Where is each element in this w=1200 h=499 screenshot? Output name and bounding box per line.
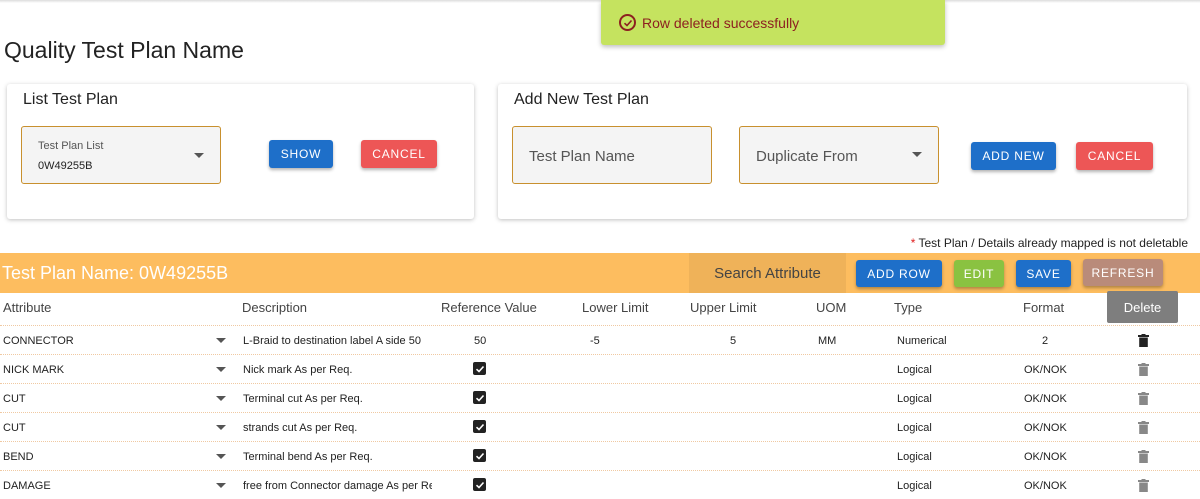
test-plan-list-value: 0W49255B [38, 160, 93, 172]
attribute-cell[interactable]: CUT [3, 422, 26, 434]
format-cell[interactable]: 2 [1042, 335, 1048, 347]
type-cell[interactable]: Numerical [897, 335, 947, 347]
chevron-down-icon[interactable] [216, 483, 226, 488]
duplicate-from-select[interactable]: Duplicate From [739, 126, 939, 184]
add-row-button[interactable]: ADD ROW [856, 260, 942, 287]
delete-tooltip: Delete [1107, 291, 1178, 323]
top-shadow [0, 0, 1200, 3]
format-cell[interactable]: OK/NOK [1024, 422, 1067, 434]
description-cell[interactable]: strands cut As per Req. [243, 422, 432, 434]
type-cell[interactable]: Logical [897, 393, 932, 405]
test-plan-name-placeholder: Test Plan Name [529, 148, 635, 165]
table-row: CONNECTOR L-Braid to destination label A… [0, 325, 1200, 354]
format-cell[interactable]: OK/NOK [1024, 451, 1067, 463]
test-plan-list-select[interactable]: Test Plan List 0W49255B [21, 126, 221, 184]
search-attribute-input[interactable]: Search Attribute [689, 253, 846, 293]
required-star: * [910, 236, 916, 250]
reference-checkbox[interactable] [473, 420, 486, 433]
attribute-cell[interactable]: CONNECTOR [3, 335, 74, 347]
page-title: Quality Test Plan Name [4, 37, 244, 63]
column-header-lower: Lower Limit [582, 300, 649, 315]
add-new-button[interactable]: ADD NEW [971, 142, 1056, 170]
column-header-uom: UOM [816, 300, 847, 315]
table-row: BEND Terminal bend As per Req. Logical O… [0, 441, 1200, 470]
toast-message: Row deleted successfully [642, 14, 800, 31]
column-header-upper: Upper Limit [690, 300, 757, 315]
table-row: DAMAGE free from Connector damage As per… [0, 470, 1200, 499]
reference-checkbox[interactable] [473, 449, 486, 462]
description-cell[interactable]: Terminal bend As per Req. [243, 451, 432, 463]
lower-cell[interactable]: -5 [590, 335, 600, 347]
attribute-cell[interactable]: BEND [3, 451, 34, 463]
trash-icon[interactable] [1138, 334, 1149, 347]
test-plan-toolbar: Test Plan Name: 0W49255B Search Attribut… [0, 253, 1200, 293]
edit-button[interactable]: EDIT [954, 260, 1004, 287]
list-test-plan-card: List Test Plan Test Plan List 0W49255B S… [7, 84, 474, 219]
check-circle-icon [619, 14, 636, 31]
chevron-down-icon[interactable] [216, 367, 226, 372]
type-cell[interactable]: Logical [897, 480, 932, 492]
refresh-button[interactable]: REFRESH [1083, 259, 1163, 286]
save-button[interactable]: SAVE [1016, 260, 1071, 287]
test-plan-name-heading: Test Plan Name: 0W49255B [2, 263, 229, 283]
chevron-down-icon[interactable] [216, 396, 226, 401]
trash-icon[interactable] [1138, 363, 1149, 376]
reference-checkbox[interactable] [473, 391, 486, 404]
trash-icon[interactable] [1138, 421, 1149, 434]
upper-cell[interactable]: 5 [730, 335, 736, 347]
chevron-down-icon[interactable] [216, 338, 226, 343]
add-cancel-button[interactable]: CANCEL [1076, 142, 1153, 170]
test-plan-name-input[interactable]: Test Plan Name [512, 126, 712, 184]
trash-icon[interactable] [1138, 479, 1149, 492]
description-cell[interactable]: free from Connector damage As per Req. [243, 480, 432, 492]
format-cell[interactable]: OK/NOK [1024, 393, 1067, 405]
column-header-type: Type [894, 300, 923, 315]
description-cell[interactable]: L-Braid to destination label A side 50 [243, 335, 432, 347]
type-cell[interactable]: Logical [897, 451, 932, 463]
uom-cell[interactable]: MM [818, 335, 836, 347]
type-cell[interactable]: Logical [897, 422, 932, 434]
test-plan-list-label: Test Plan List [38, 140, 104, 152]
list-cancel-button[interactable]: CANCEL [361, 140, 437, 168]
column-header-description: Description [242, 300, 308, 315]
format-cell[interactable]: OK/NOK [1024, 364, 1067, 376]
column-header-format: Format [1023, 300, 1065, 315]
add-test-plan-card: Add New Test Plan Test Plan Name Duplica… [498, 84, 1187, 219]
success-toast: Row deleted successfully [601, 0, 945, 45]
reference-checkbox[interactable] [473, 362, 486, 375]
attribute-cell[interactable]: CUT [3, 393, 26, 405]
format-cell[interactable]: OK/NOK [1024, 480, 1067, 492]
description-cell[interactable]: Terminal cut As per Req. [243, 393, 432, 405]
chevron-down-icon[interactable] [216, 454, 226, 459]
add-test-plan-title: Add New Test Plan [514, 91, 649, 108]
show-button[interactable]: SHOW [269, 140, 333, 168]
note-text: Test Plan / Details already mapped is no… [918, 236, 1189, 250]
list-test-plan-title: List Test Plan [23, 91, 118, 108]
table-row: NICK MARK Nick mark As per Req. Logical … [0, 354, 1200, 383]
trash-icon[interactable] [1138, 392, 1149, 405]
column-header-attribute: Attribute [3, 300, 52, 315]
type-cell[interactable]: Logical [897, 364, 932, 376]
chevron-down-icon [194, 153, 204, 158]
attribute-cell[interactable]: NICK MARK [3, 364, 64, 376]
chevron-down-icon [912, 152, 922, 157]
table-row: CUT Terminal cut As per Req. Logical OK/… [0, 383, 1200, 412]
trash-icon[interactable] [1138, 450, 1149, 463]
not-deletable-note: * Test Plan / Details already mapped is … [911, 236, 1188, 250]
reference-checkbox[interactable] [473, 478, 486, 491]
column-header-reference: Reference Value [441, 300, 537, 315]
chevron-down-icon[interactable] [216, 425, 226, 430]
table-row: CUT strands cut As per Req. Logical OK/N… [0, 412, 1200, 441]
description-cell[interactable]: Nick mark As per Req. [243, 364, 432, 376]
reference-cell[interactable]: 50 [474, 335, 486, 347]
attribute-cell[interactable]: DAMAGE [3, 480, 51, 492]
duplicate-from-placeholder: Duplicate From [756, 148, 858, 165]
